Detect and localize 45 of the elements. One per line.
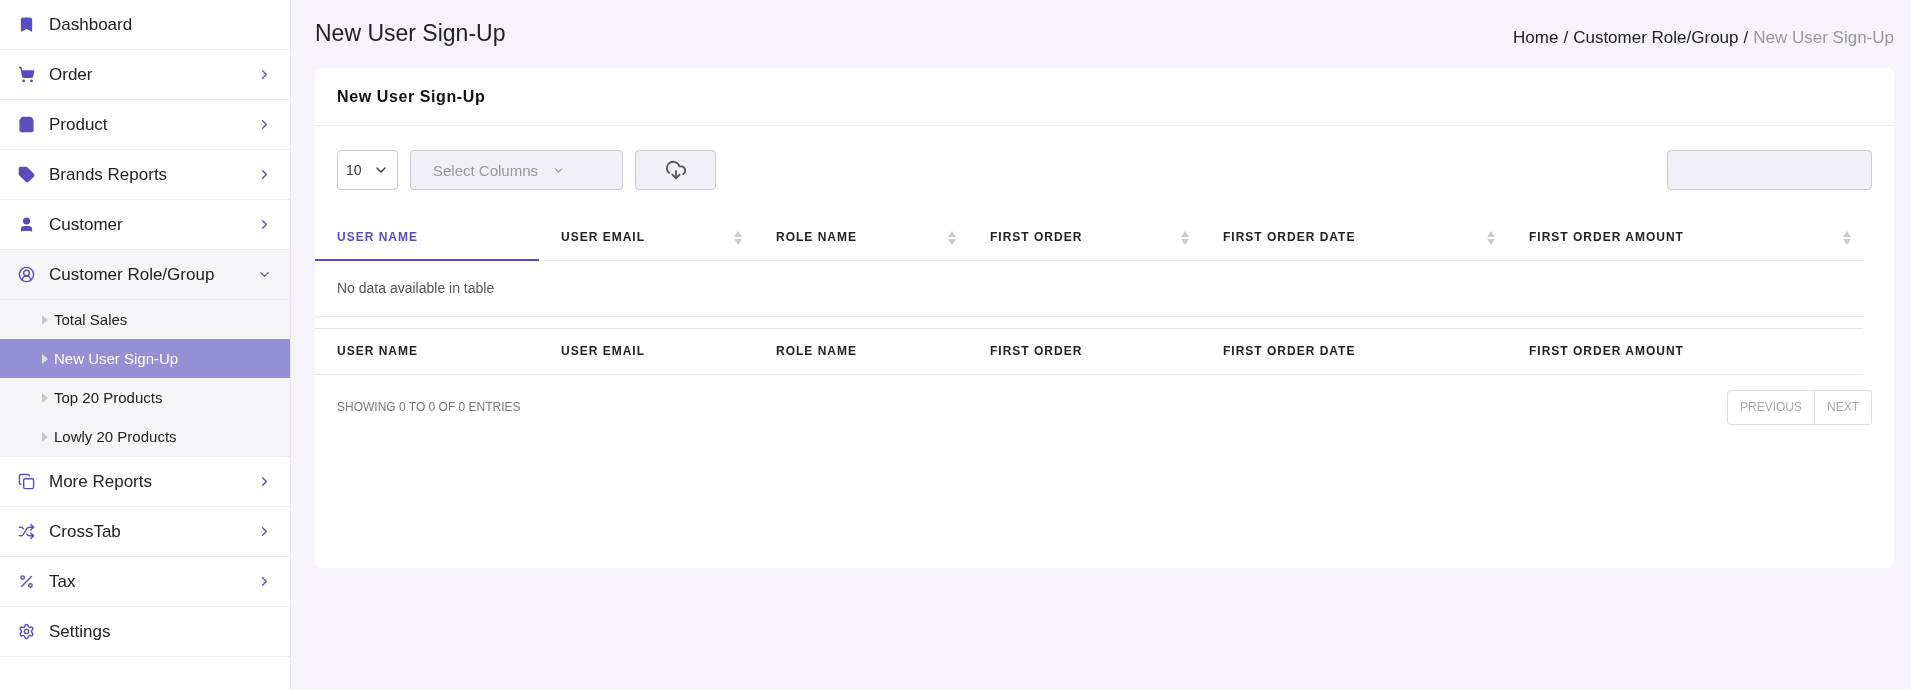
submenu-item[interactable]: Lowly 20 Products: [0, 417, 290, 456]
triangle-icon: [42, 353, 48, 364]
breadcrumb-separator: /: [1563, 28, 1569, 48]
submenu-item[interactable]: Top 20 Products: [0, 378, 290, 417]
settings-icon: [18, 623, 35, 640]
sort-icon: [1843, 231, 1851, 245]
card-title: New User Sign-Up: [315, 68, 1894, 126]
copy-icon: [18, 473, 35, 490]
column-header[interactable]: FIRST ORDER DATE: [1201, 214, 1507, 260]
triangle-icon: [42, 431, 48, 442]
column-footer: USER EMAIL: [539, 328, 754, 374]
sort-icon: [948, 231, 956, 245]
page-title: New User Sign-Up: [315, 20, 506, 47]
user-icon: [18, 216, 35, 233]
entries-info: SHOWING 0 TO 0 OF 0 ENTRIES: [337, 400, 521, 414]
download-button[interactable]: [635, 150, 716, 190]
triangle-icon: [42, 392, 48, 403]
column-footer: USER NAME: [315, 328, 539, 374]
sort-icon: [1487, 231, 1495, 245]
column-header[interactable]: ROLE NAME: [754, 214, 968, 260]
column-header[interactable]: FIRST ORDER AMOUNT: [1507, 214, 1863, 260]
percent-icon: [18, 573, 35, 590]
triangle-icon: [42, 314, 48, 325]
user-circle-icon: [18, 266, 35, 283]
page-length-select[interactable]: 10: [337, 150, 398, 190]
cart-icon: [18, 66, 35, 83]
tag-icon: [18, 166, 35, 183]
column-footer: FIRST ORDER DATE: [1201, 328, 1507, 374]
column-header[interactable]: FIRST ORDER: [968, 214, 1201, 260]
sort-icon: [734, 231, 742, 245]
bookmark-icon: [18, 16, 35, 33]
column-header[interactable]: USER EMAIL: [539, 214, 754, 260]
breadcrumb-link[interactable]: Home: [1513, 28, 1559, 48]
cloud-download-icon: [664, 159, 687, 181]
column-footer: FIRST ORDER: [968, 328, 1201, 374]
shuffle-icon: [18, 523, 35, 540]
search-field[interactable]: [1667, 150, 1872, 190]
submenu-item[interactable]: Total Sales: [0, 300, 290, 339]
column-header[interactable]: USER NAME: [315, 214, 539, 260]
breadcrumb-separator: /: [1743, 28, 1749, 48]
column-footer: ROLE NAME: [754, 328, 968, 374]
breadcrumb-link[interactable]: Customer Role/Group: [1573, 28, 1739, 48]
empty-message: No data available in table: [315, 260, 1863, 316]
sort-icon: [1181, 231, 1189, 245]
column-footer: FIRST ORDER AMOUNT: [1507, 328, 1863, 374]
